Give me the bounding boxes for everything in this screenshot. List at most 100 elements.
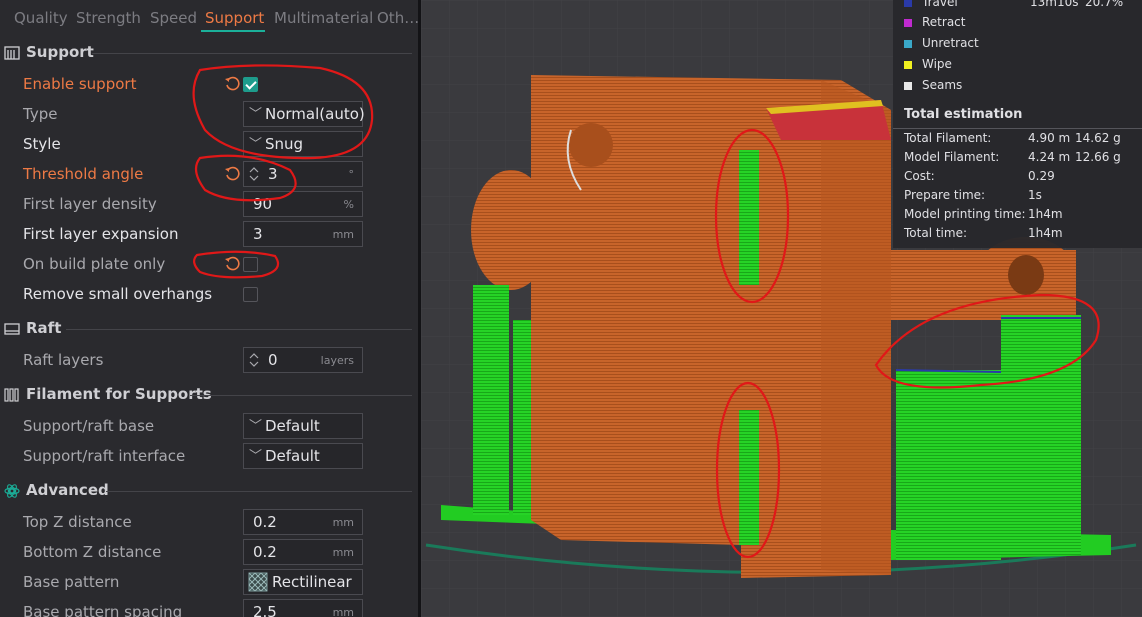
style-dropdown[interactable]: ﹀ Snug bbox=[243, 131, 363, 157]
top-z-distance-value: 0.2 bbox=[253, 513, 277, 531]
threshold-angle-label: Threshold angle bbox=[23, 165, 144, 183]
base-pattern-spacing-label: Base pattern spacing bbox=[23, 603, 183, 617]
estimation-row: Cost: 0.29 bbox=[904, 169, 1142, 188]
first-layer-density-input[interactable]: 90 % bbox=[243, 191, 363, 217]
support-raft-base-value: Default bbox=[265, 417, 320, 435]
tab-speed[interactable]: Speed bbox=[150, 9, 197, 27]
estimation-value: 0.29 bbox=[1028, 169, 1055, 183]
base-pattern-dropdown[interactable]: Rectilinear bbox=[243, 569, 363, 595]
style-label: Style bbox=[23, 135, 61, 153]
unit-label: ° bbox=[348, 168, 355, 181]
estimation-value: 1s bbox=[1028, 188, 1042, 202]
top-z-distance-label: Top Z distance bbox=[23, 513, 132, 531]
travel-percent: 20.7% bbox=[1085, 0, 1124, 9]
style-value: Snug bbox=[265, 135, 304, 153]
spinner-arrows-icon[interactable] bbox=[247, 350, 261, 370]
estimation-title: Total estimation bbox=[904, 107, 1023, 122]
row-on-build-plate-only: On build plate only bbox=[0, 250, 418, 280]
section-divider bbox=[106, 491, 412, 492]
legend-estimation-panel: Travel 13m10s 20.7% Retract Unretract Wi… bbox=[893, 0, 1142, 248]
tab-strength[interactable]: Strength bbox=[76, 9, 141, 27]
tab-quality[interactable]: Quality bbox=[14, 9, 68, 27]
reset-icon[interactable] bbox=[224, 256, 240, 272]
filament-section-icon bbox=[4, 388, 19, 402]
section-filament-for-supports: Filament for Supports bbox=[0, 383, 418, 407]
base-pattern-spacing-input[interactable]: 2.5 mm bbox=[243, 599, 363, 617]
top-z-distance-input[interactable]: 0.2 mm bbox=[243, 509, 363, 535]
legend-swatch bbox=[904, 40, 912, 48]
legend-swatch bbox=[904, 0, 912, 7]
first-layer-expansion-value: 3 bbox=[253, 225, 263, 243]
section-title-advanced: Advanced bbox=[26, 481, 109, 499]
base-pattern-label: Base pattern bbox=[23, 573, 120, 591]
unit-label: % bbox=[343, 198, 354, 211]
base-pattern-spacing-value: 2.5 bbox=[253, 603, 277, 617]
bottom-z-distance-value: 0.2 bbox=[253, 543, 277, 561]
bottom-z-distance-input[interactable]: 0.2 mm bbox=[243, 539, 363, 565]
remove-small-overhangs-checkbox[interactable] bbox=[243, 287, 258, 302]
legend-label: Travel bbox=[922, 0, 958, 9]
settings-tabs: Quality Strength Speed Support Multimate… bbox=[0, 0, 418, 34]
support-raft-interface-label: Support/raft interface bbox=[23, 447, 186, 465]
section-support: Support bbox=[0, 41, 418, 65]
row-bottom-z-distance: Bottom Z distance 0.2 mm bbox=[0, 538, 418, 568]
unit-label: mm bbox=[332, 516, 354, 529]
spinner-arrows-icon[interactable] bbox=[247, 164, 261, 184]
reset-icon[interactable] bbox=[224, 76, 240, 92]
estimation-key: Cost: bbox=[904, 169, 935, 183]
row-type: Type ﹀ Normal(auto) bbox=[0, 100, 418, 130]
tab-others[interactable]: Oth… bbox=[377, 9, 418, 27]
section-advanced: Advanced bbox=[0, 479, 418, 503]
row-support-raft-interface: Support/raft interface ﹀ Default bbox=[0, 442, 418, 472]
reset-icon[interactable] bbox=[224, 166, 240, 182]
legend-label: Retract bbox=[922, 15, 966, 29]
row-base-pattern-spacing: Base pattern spacing 2.5 mm bbox=[0, 598, 418, 617]
support-raft-interface-value: Default bbox=[265, 447, 320, 465]
unit-label: mm bbox=[332, 606, 354, 617]
section-divider bbox=[190, 395, 412, 396]
row-remove-small-overhangs: Remove small overhangs bbox=[0, 280, 418, 310]
travel-time: 13m10s bbox=[1030, 0, 1079, 9]
support-section-icon bbox=[4, 46, 20, 60]
estimation-value: 4.24 m bbox=[1028, 150, 1071, 164]
section-title-support: Support bbox=[26, 43, 94, 61]
enable-support-checkbox[interactable] bbox=[243, 77, 258, 92]
threshold-angle-spinbox[interactable]: 3 ° bbox=[243, 161, 363, 187]
threshold-angle-value: 3 bbox=[268, 165, 278, 183]
support-raft-base-dropdown[interactable]: ﹀ Default bbox=[243, 413, 363, 439]
enable-support-label: Enable support bbox=[23, 75, 137, 93]
advanced-section-icon bbox=[4, 484, 20, 498]
on-build-plate-only-checkbox[interactable] bbox=[243, 257, 258, 272]
chevron-down-icon: ﹀ bbox=[249, 449, 263, 464]
unit-label: mm bbox=[332, 546, 354, 559]
estimation-value: 12.66 g bbox=[1075, 150, 1121, 164]
legend-label: Wipe bbox=[922, 57, 952, 71]
first-layer-density-label: First layer density bbox=[23, 195, 157, 213]
row-style: Style ﹀ Snug bbox=[0, 130, 418, 160]
base-pattern-value: Rectilinear bbox=[272, 573, 352, 591]
type-label: Type bbox=[23, 105, 58, 123]
estimation-key: Model printing time: bbox=[904, 207, 1026, 221]
raft-layers-spinbox[interactable]: 0 layers bbox=[243, 347, 363, 373]
first-layer-expansion-input[interactable]: 3 mm bbox=[243, 221, 363, 247]
print-settings-panel: Quality Strength Speed Support Multimate… bbox=[0, 0, 418, 617]
row-top-z-distance: Top Z distance 0.2 mm bbox=[0, 508, 418, 538]
estimation-key: Prepare time: bbox=[904, 188, 986, 202]
estimation-value: 1h4m bbox=[1028, 226, 1063, 240]
estimation-row: Prepare time: 1s bbox=[904, 188, 1142, 207]
active-tab-indicator bbox=[201, 30, 265, 32]
unit-label: layers bbox=[320, 354, 354, 367]
row-enable-support: Enable support bbox=[0, 70, 418, 100]
support-raft-base-label: Support/raft base bbox=[23, 417, 155, 435]
chevron-down-icon: ﹀ bbox=[249, 137, 263, 152]
tab-multimaterial[interactable]: Multimaterial bbox=[274, 9, 373, 27]
raft-layers-label: Raft layers bbox=[23, 351, 104, 369]
section-title-raft: Raft bbox=[26, 319, 62, 337]
type-dropdown[interactable]: ﹀ Normal(auto) bbox=[243, 101, 365, 127]
legend-swatch bbox=[904, 19, 912, 27]
estimation-divider bbox=[893, 128, 1142, 129]
estimation-key: Total Filament: bbox=[904, 131, 992, 145]
support-raft-interface-dropdown[interactable]: ﹀ Default bbox=[243, 443, 363, 469]
tab-support[interactable]: Support bbox=[205, 9, 264, 27]
section-divider bbox=[92, 53, 412, 54]
